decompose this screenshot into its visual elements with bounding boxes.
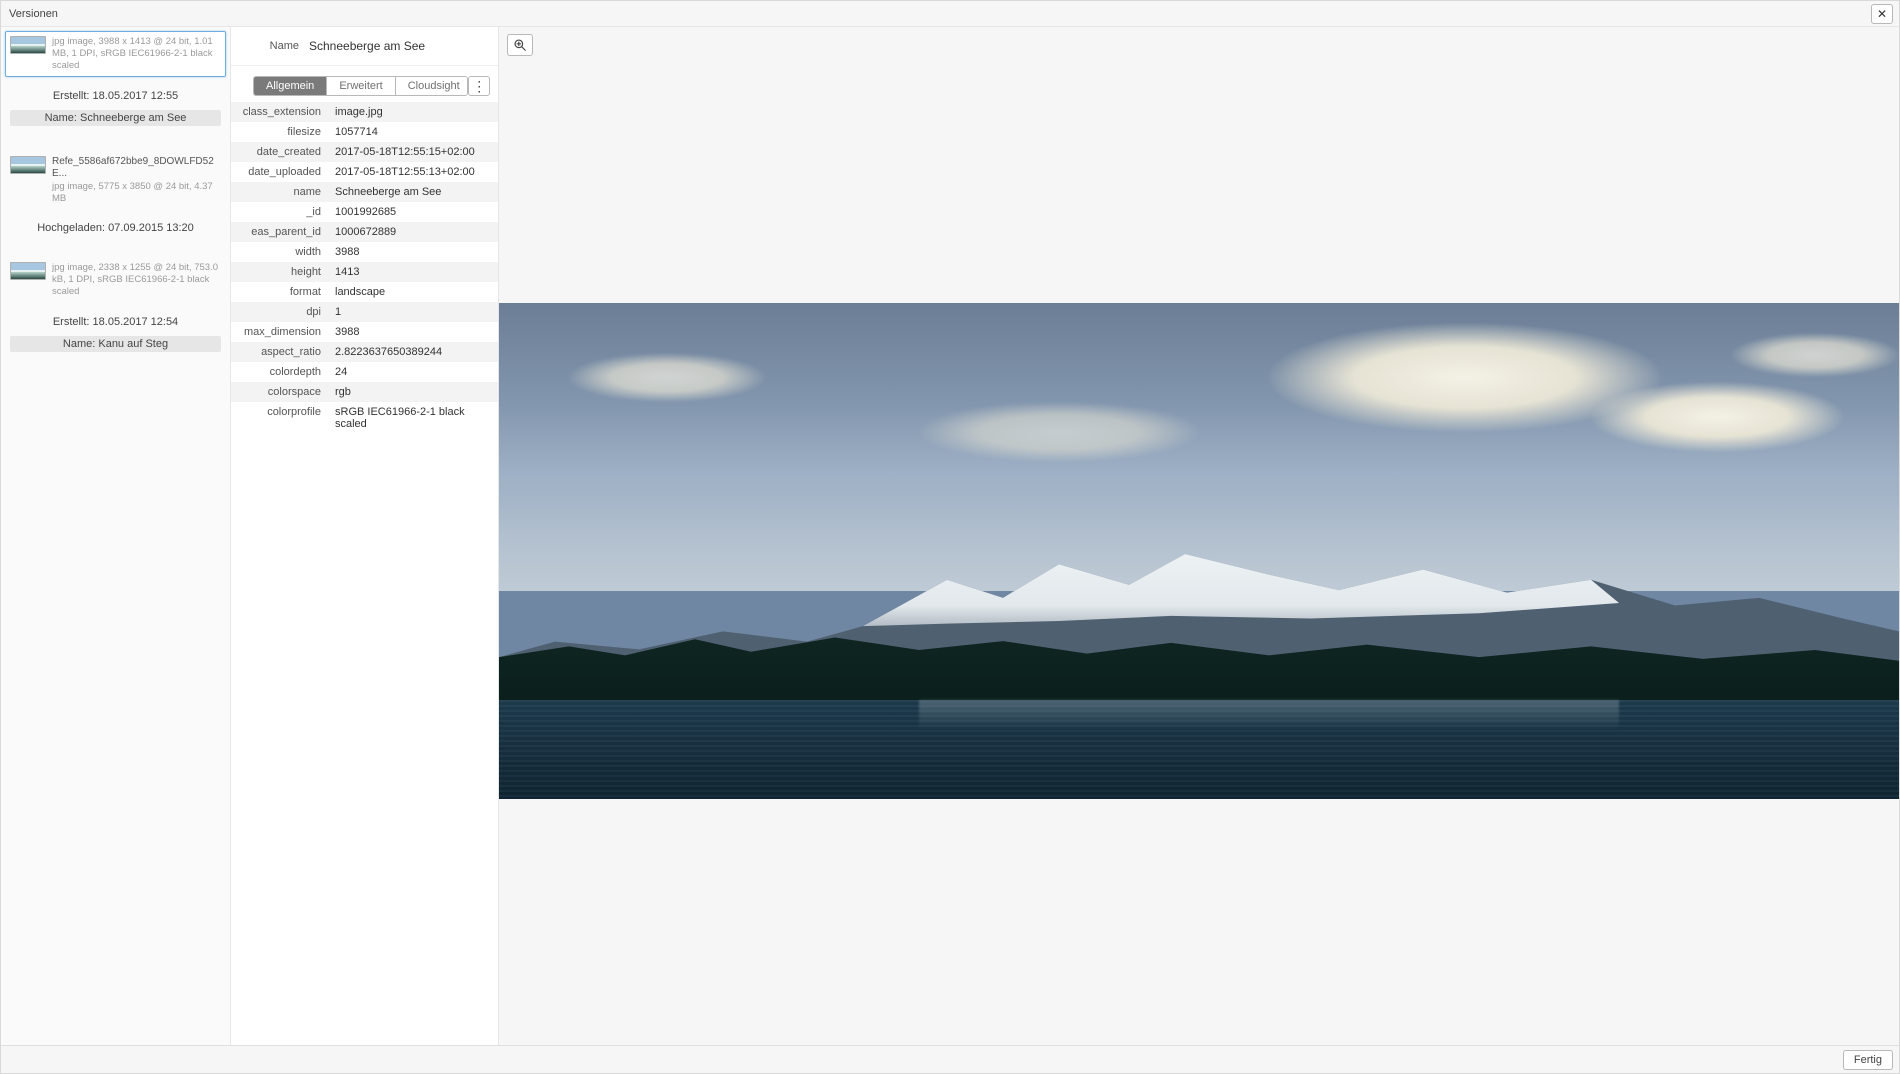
meta-value: image.jpg (329, 102, 498, 122)
meta-row: dpi1 (231, 302, 498, 322)
meta-value: 24 (329, 362, 498, 382)
meta-row: class_extensionimage.jpg (231, 102, 498, 122)
titlebar: Versionen ✕ (1, 1, 1899, 27)
meta-key: colorprofile (231, 402, 329, 434)
version-thumbnail (10, 262, 46, 280)
preview-panel (499, 27, 1899, 1045)
version-name: Name: Kanu auf Steg (10, 336, 221, 352)
details-panel: Name Schneeberge am See Allgemein Erweit… (231, 27, 499, 1045)
meta-value: 3988 (329, 242, 498, 262)
dialog-body: jpg image, 3988 x 1413 @ 24 bit, 1.01 MB… (1, 27, 1899, 1045)
version-thumbnail (10, 156, 46, 174)
close-button[interactable]: ✕ (1871, 4, 1893, 24)
meta-key: class_extension (231, 102, 329, 122)
meta-key: format (231, 282, 329, 302)
meta-value: 2.8223637650389244 (329, 342, 498, 362)
meta-key: colorspace (231, 382, 329, 402)
version-created: Erstellt: 18.05.2017 12:55 (10, 88, 221, 104)
versions-sidebar[interactable]: jpg image, 3988 x 1413 @ 24 bit, 1.01 MB… (1, 27, 231, 1045)
meta-row: colordepth24 (231, 362, 498, 382)
meta-key: _id (231, 202, 329, 222)
detail-tabs: Allgemein Erweitert Cloudsight (253, 76, 468, 96)
meta-key: date_created (231, 142, 329, 162)
close-icon: ✕ (1877, 7, 1887, 21)
version-uploaded: Hochgeladen: 07.09.2015 13:20 (10, 220, 221, 236)
more-icon: ⋮ (472, 79, 486, 93)
meta-row: aspect_ratio2.8223637650389244 (231, 342, 498, 362)
meta-row: _id1001992685 (231, 202, 498, 222)
meta-row: eas_parent_id1000672889 (231, 222, 498, 242)
meta-row: height1413 (231, 262, 498, 282)
version-filename: Refe_5586af672bbe9_8DOWLFD52E... (52, 156, 221, 181)
window-title: Versionen (7, 8, 58, 20)
meta-row: date_uploaded2017-05-18T12:55:13+02:00 (231, 162, 498, 182)
versions-dialog: Versionen ✕ jpg image, 3988 x 1413 @ 24 … (0, 0, 1900, 1074)
meta-row: date_created2017-05-18T12:55:15+02:00 (231, 142, 498, 162)
meta-key: width (231, 242, 329, 262)
meta-row: max_dimension3988 (231, 322, 498, 342)
version-created: Erstellt: 18.05.2017 12:54 (10, 314, 221, 330)
preview-image (499, 303, 1899, 799)
meta-key: filesize (231, 122, 329, 142)
meta-value: sRGB IEC61966-2-1 black scaled (329, 402, 498, 434)
meta-key: name (231, 182, 329, 202)
name-label: Name (239, 40, 309, 52)
tab-allgemein[interactable]: Allgemein (254, 77, 327, 95)
version-caption-block: Erstellt: 18.05.2017 12:54 Name: Kanu au… (5, 307, 226, 353)
version-name: Name: Schneeberge am See (10, 110, 221, 126)
meta-value: 2017-05-18T12:55:15+02:00 (329, 142, 498, 162)
version-caption-block: Hochgeladen: 07.09.2015 13:20 (5, 213, 226, 237)
meta-value: 1001992685 (329, 202, 498, 222)
version-meta: jpg image, 2338 x 1255 @ 24 bit, 753.0 k… (52, 262, 221, 298)
detail-header: Name Schneeberge am See (231, 27, 498, 66)
meta-key: eas_parent_id (231, 222, 329, 242)
more-button[interactable]: ⋮ (468, 76, 490, 96)
tab-cloudsight[interactable]: Cloudsight (396, 77, 469, 95)
meta-value: Schneeberge am See (329, 182, 498, 202)
meta-value: landscape (329, 282, 498, 302)
meta-key: dpi (231, 302, 329, 322)
meta-value: 3988 (329, 322, 498, 342)
preview-stage[interactable] (499, 57, 1899, 1045)
preview-toolbar (499, 27, 1899, 57)
meta-value: rgb (329, 382, 498, 402)
version-item[interactable]: jpg image, 2338 x 1255 @ 24 bit, 753.0 k… (5, 257, 226, 303)
meta-key: date_uploaded (231, 162, 329, 182)
meta-row: nameSchneeberge am See (231, 182, 498, 202)
meta-row: colorprofilesRGB IEC61966-2-1 black scal… (231, 402, 498, 434)
version-caption-block: Erstellt: 18.05.2017 12:55 Name: Schneeb… (5, 81, 226, 127)
meta-key: max_dimension (231, 322, 329, 342)
meta-row: width3988 (231, 242, 498, 262)
version-item[interactable]: jpg image, 3988 x 1413 @ 24 bit, 1.01 MB… (5, 31, 226, 77)
meta-key: colordepth (231, 362, 329, 382)
tab-erweitert[interactable]: Erweitert (327, 77, 395, 95)
zoom-in-icon (513, 38, 527, 52)
meta-value: 2017-05-18T12:55:13+02:00 (329, 162, 498, 182)
version-meta: jpg image, 3988 x 1413 @ 24 bit, 1.01 MB… (52, 36, 221, 72)
meta-row: colorspacergb (231, 382, 498, 402)
tabs-row: Allgemein Erweitert Cloudsight ⋮ (231, 66, 498, 102)
meta-value: 1 (329, 302, 498, 322)
meta-key: height (231, 262, 329, 282)
version-item[interactable]: Refe_5586af672bbe9_8DOWLFD52E... jpg ima… (5, 151, 226, 210)
meta-row: filesize1057714 (231, 122, 498, 142)
done-button[interactable]: Fertig (1843, 1050, 1893, 1070)
zoom-button[interactable] (507, 34, 533, 56)
meta-key: aspect_ratio (231, 342, 329, 362)
meta-value: 1413 (329, 262, 498, 282)
dialog-footer: Fertig (1, 1045, 1899, 1073)
meta-value: 1057714 (329, 122, 498, 142)
meta-value: 1000672889 (329, 222, 498, 242)
metadata-table: class_extensionimage.jpgfilesize1057714d… (231, 102, 498, 434)
meta-row: formatlandscape (231, 282, 498, 302)
name-value: Schneeberge am See (309, 39, 425, 53)
version-thumbnail (10, 36, 46, 54)
version-meta: jpg image, 5775 x 3850 @ 24 bit, 4.37 MB (52, 181, 221, 205)
